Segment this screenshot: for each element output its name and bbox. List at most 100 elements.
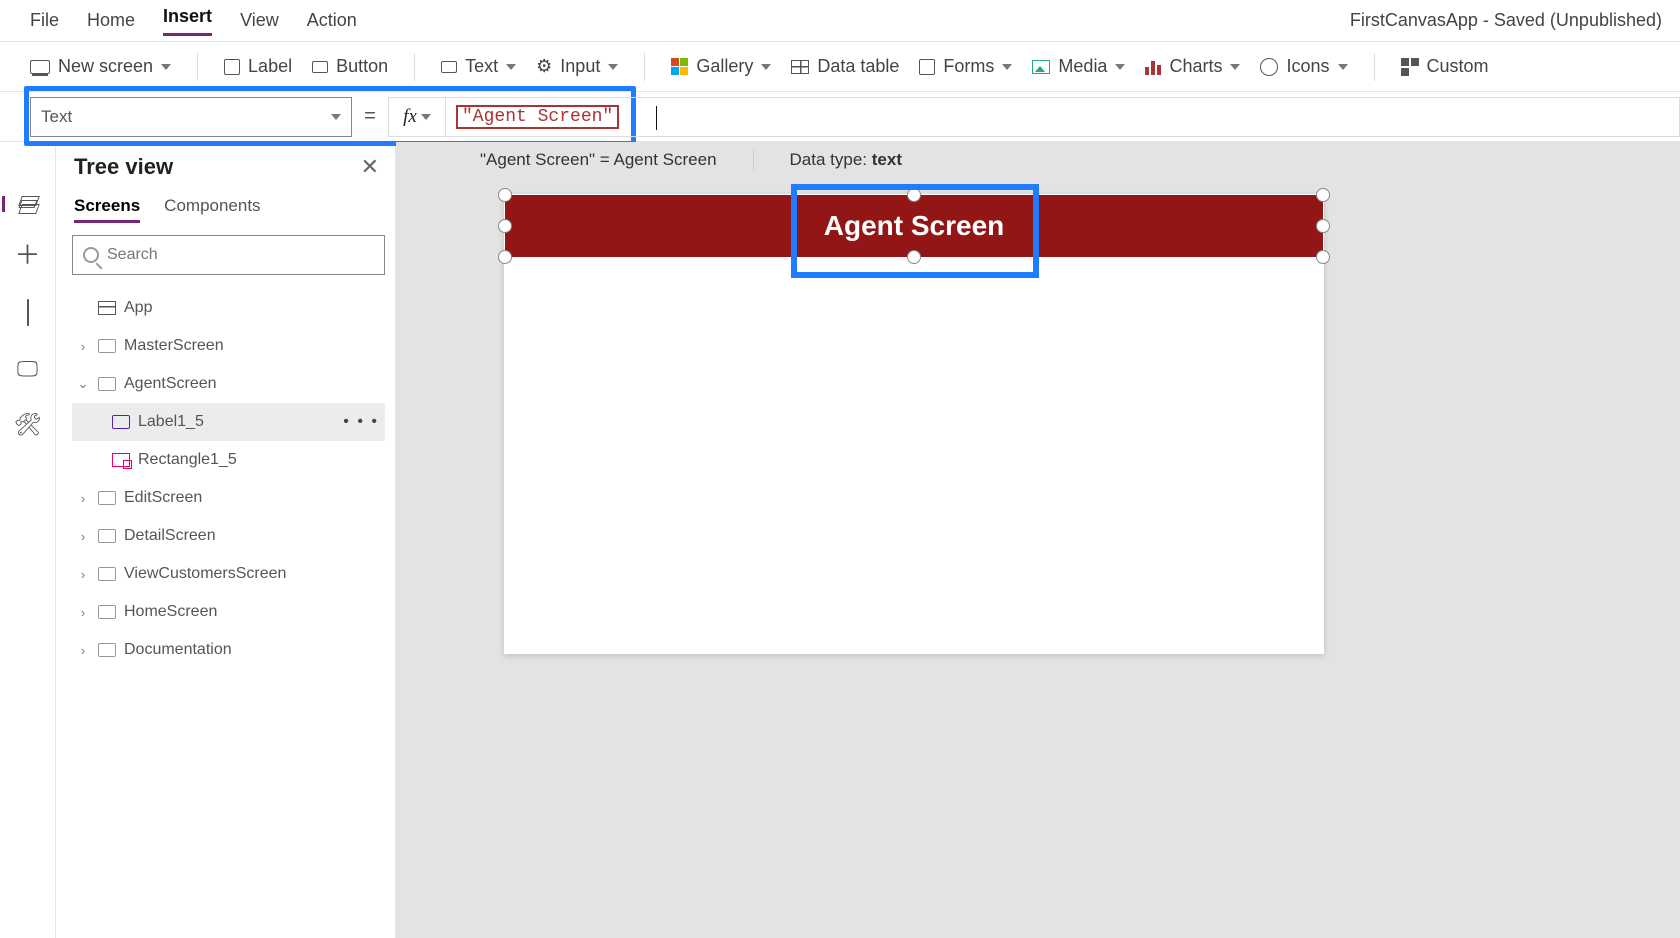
new-screen-button[interactable]: New screen — [30, 56, 171, 77]
node-label: ViewCustomersScreen — [124, 565, 286, 583]
ribbon-label: New screen — [58, 56, 153, 77]
ribbon-label: Data table — [817, 56, 899, 77]
chevron-down-icon — [331, 114, 341, 120]
button-button[interactable]: Button — [312, 56, 388, 77]
custom-dropdown[interactable]: Custom — [1401, 56, 1489, 77]
tab-components[interactable]: Components — [164, 196, 260, 223]
tree-node-home[interactable]: › HomeScreen — [72, 593, 385, 631]
main-area: ＋ 🖵 🛠 Tree view ✕ Screens Components Sea… — [0, 142, 1680, 938]
chevron-down-icon — [421, 114, 431, 120]
advanced-tools-icon[interactable]: 🛠 — [14, 412, 42, 438]
resize-handle[interactable] — [1316, 250, 1330, 264]
chevron-down-icon — [608, 64, 618, 70]
tree-search[interactable]: Search — [72, 235, 385, 275]
canvas-screen[interactable]: Agent Screen — [504, 194, 1324, 654]
separator — [197, 53, 198, 81]
menu-action[interactable]: Action — [307, 10, 357, 31]
text-dropdown[interactable]: Text — [441, 56, 516, 77]
node-label: AgentScreen — [124, 375, 217, 393]
canvas-area[interactable]: "Agent Screen" = Agent Screen Data type:… — [396, 142, 1680, 938]
data-type-label: Data type: — [790, 150, 872, 169]
resize-handle[interactable] — [498, 250, 512, 264]
screen-icon — [98, 491, 116, 505]
tree-node-documentation[interactable]: › Documentation — [72, 631, 385, 669]
label-control[interactable]: Agent Screen — [794, 186, 1034, 266]
tree-node-master[interactable]: › MasterScreen — [72, 327, 385, 365]
data-table-button[interactable]: Data table — [791, 56, 899, 77]
ribbon-label: Input — [560, 56, 600, 77]
screen-icon — [98, 339, 116, 353]
plus-grid-icon — [1401, 58, 1419, 76]
screen-icon — [30, 60, 50, 74]
tree-view-icon[interactable] — [2, 196, 39, 212]
property-selector[interactable]: Text — [30, 97, 352, 137]
chart-icon — [1145, 59, 1161, 75]
tree-node-edit[interactable]: › EditScreen — [72, 479, 385, 517]
resize-handle[interactable] — [498, 188, 512, 202]
label-icon — [112, 415, 130, 429]
tree-node-agent[interactable]: ⌄ AgentScreen — [72, 365, 385, 403]
chevron-right-icon[interactable]: › — [76, 339, 90, 354]
fx-icon: fx — [403, 106, 417, 128]
ribbon: New screen Label Button Text ⚙ Input Gal… — [0, 42, 1680, 92]
node-label: Documentation — [124, 641, 232, 659]
tree-node-label1-5[interactable]: Label1_5 • • • — [72, 403, 385, 441]
gallery-dropdown[interactable]: Gallery — [671, 56, 771, 77]
label-button[interactable]: Label — [224, 56, 292, 77]
tree-node-app[interactable]: App — [72, 289, 385, 327]
menu-view[interactable]: View — [240, 10, 279, 31]
icons-dropdown[interactable]: Icons — [1260, 56, 1347, 77]
media-dropdown[interactable]: Media — [1032, 56, 1125, 77]
chevron-right-icon[interactable]: › — [76, 643, 90, 658]
tree-node-rectangle1-5[interactable]: Rectangle1_5 — [72, 441, 385, 479]
data-icon[interactable] — [27, 300, 29, 326]
chevron-right-icon[interactable]: › — [76, 491, 90, 506]
chevron-right-icon[interactable]: › — [76, 529, 90, 544]
media-icon — [1032, 60, 1050, 74]
forms-dropdown[interactable]: Forms — [919, 56, 1012, 77]
chevron-right-icon[interactable]: › — [76, 567, 90, 582]
formula-value: "Agent Screen" — [456, 105, 619, 129]
formula-evaluation: "Agent Screen" = Agent Screen — [480, 150, 754, 170]
chevron-down-icon — [761, 64, 771, 70]
tree-view-panel: Tree view ✕ Screens Components Search Ap… — [56, 142, 396, 938]
tree-tabs: Screens Components — [74, 196, 385, 223]
node-label: App — [124, 299, 152, 317]
rectangle-icon — [112, 453, 130, 467]
resize-handle[interactable] — [1316, 188, 1330, 202]
tab-screens[interactable]: Screens — [74, 196, 140, 223]
resize-handle[interactable] — [1316, 219, 1330, 233]
charts-dropdown[interactable]: Charts — [1145, 56, 1240, 77]
pencil-icon — [224, 59, 240, 75]
chevron-down-icon — [1002, 64, 1012, 70]
chevron-down-icon[interactable]: ⌄ — [76, 376, 90, 392]
fx-button[interactable]: fx — [388, 97, 446, 137]
screen-icon — [98, 377, 116, 391]
media-rail-icon[interactable]: 🖵 — [17, 356, 38, 382]
smile-icon — [1260, 58, 1278, 76]
search-icon — [83, 247, 99, 263]
app-title: FirstCanvasApp - Saved (Unpublished) — [1350, 10, 1662, 31]
ribbon-label: Gallery — [696, 56, 753, 77]
menu-insert[interactable]: Insert — [163, 6, 212, 36]
chevron-down-icon — [506, 64, 516, 70]
menu-file[interactable]: File — [30, 10, 59, 31]
node-label: MasterScreen — [124, 337, 224, 355]
formula-input[interactable]: "Agent Screen" — [446, 97, 1680, 137]
table-icon — [791, 60, 809, 74]
ribbon-label: Custom — [1427, 56, 1489, 77]
formula-bar: Text = fx "Agent Screen" — [0, 92, 1680, 142]
search-placeholder: Search — [107, 246, 158, 264]
screen-icon — [98, 567, 116, 581]
separator — [1374, 53, 1375, 81]
tree-node-detail[interactable]: › DetailScreen — [72, 517, 385, 555]
menu-home[interactable]: Home — [87, 10, 135, 31]
chevron-right-icon[interactable]: › — [76, 605, 90, 620]
insert-icon[interactable]: ＋ — [14, 242, 40, 270]
tree-node-viewcustomers[interactable]: › ViewCustomersScreen — [72, 555, 385, 593]
close-icon[interactable]: ✕ — [361, 154, 379, 180]
chevron-down-icon — [1230, 64, 1240, 70]
more-icon[interactable]: • • • — [343, 413, 379, 431]
resize-handle[interactable] — [498, 219, 512, 233]
input-dropdown[interactable]: ⚙ Input — [536, 56, 618, 77]
